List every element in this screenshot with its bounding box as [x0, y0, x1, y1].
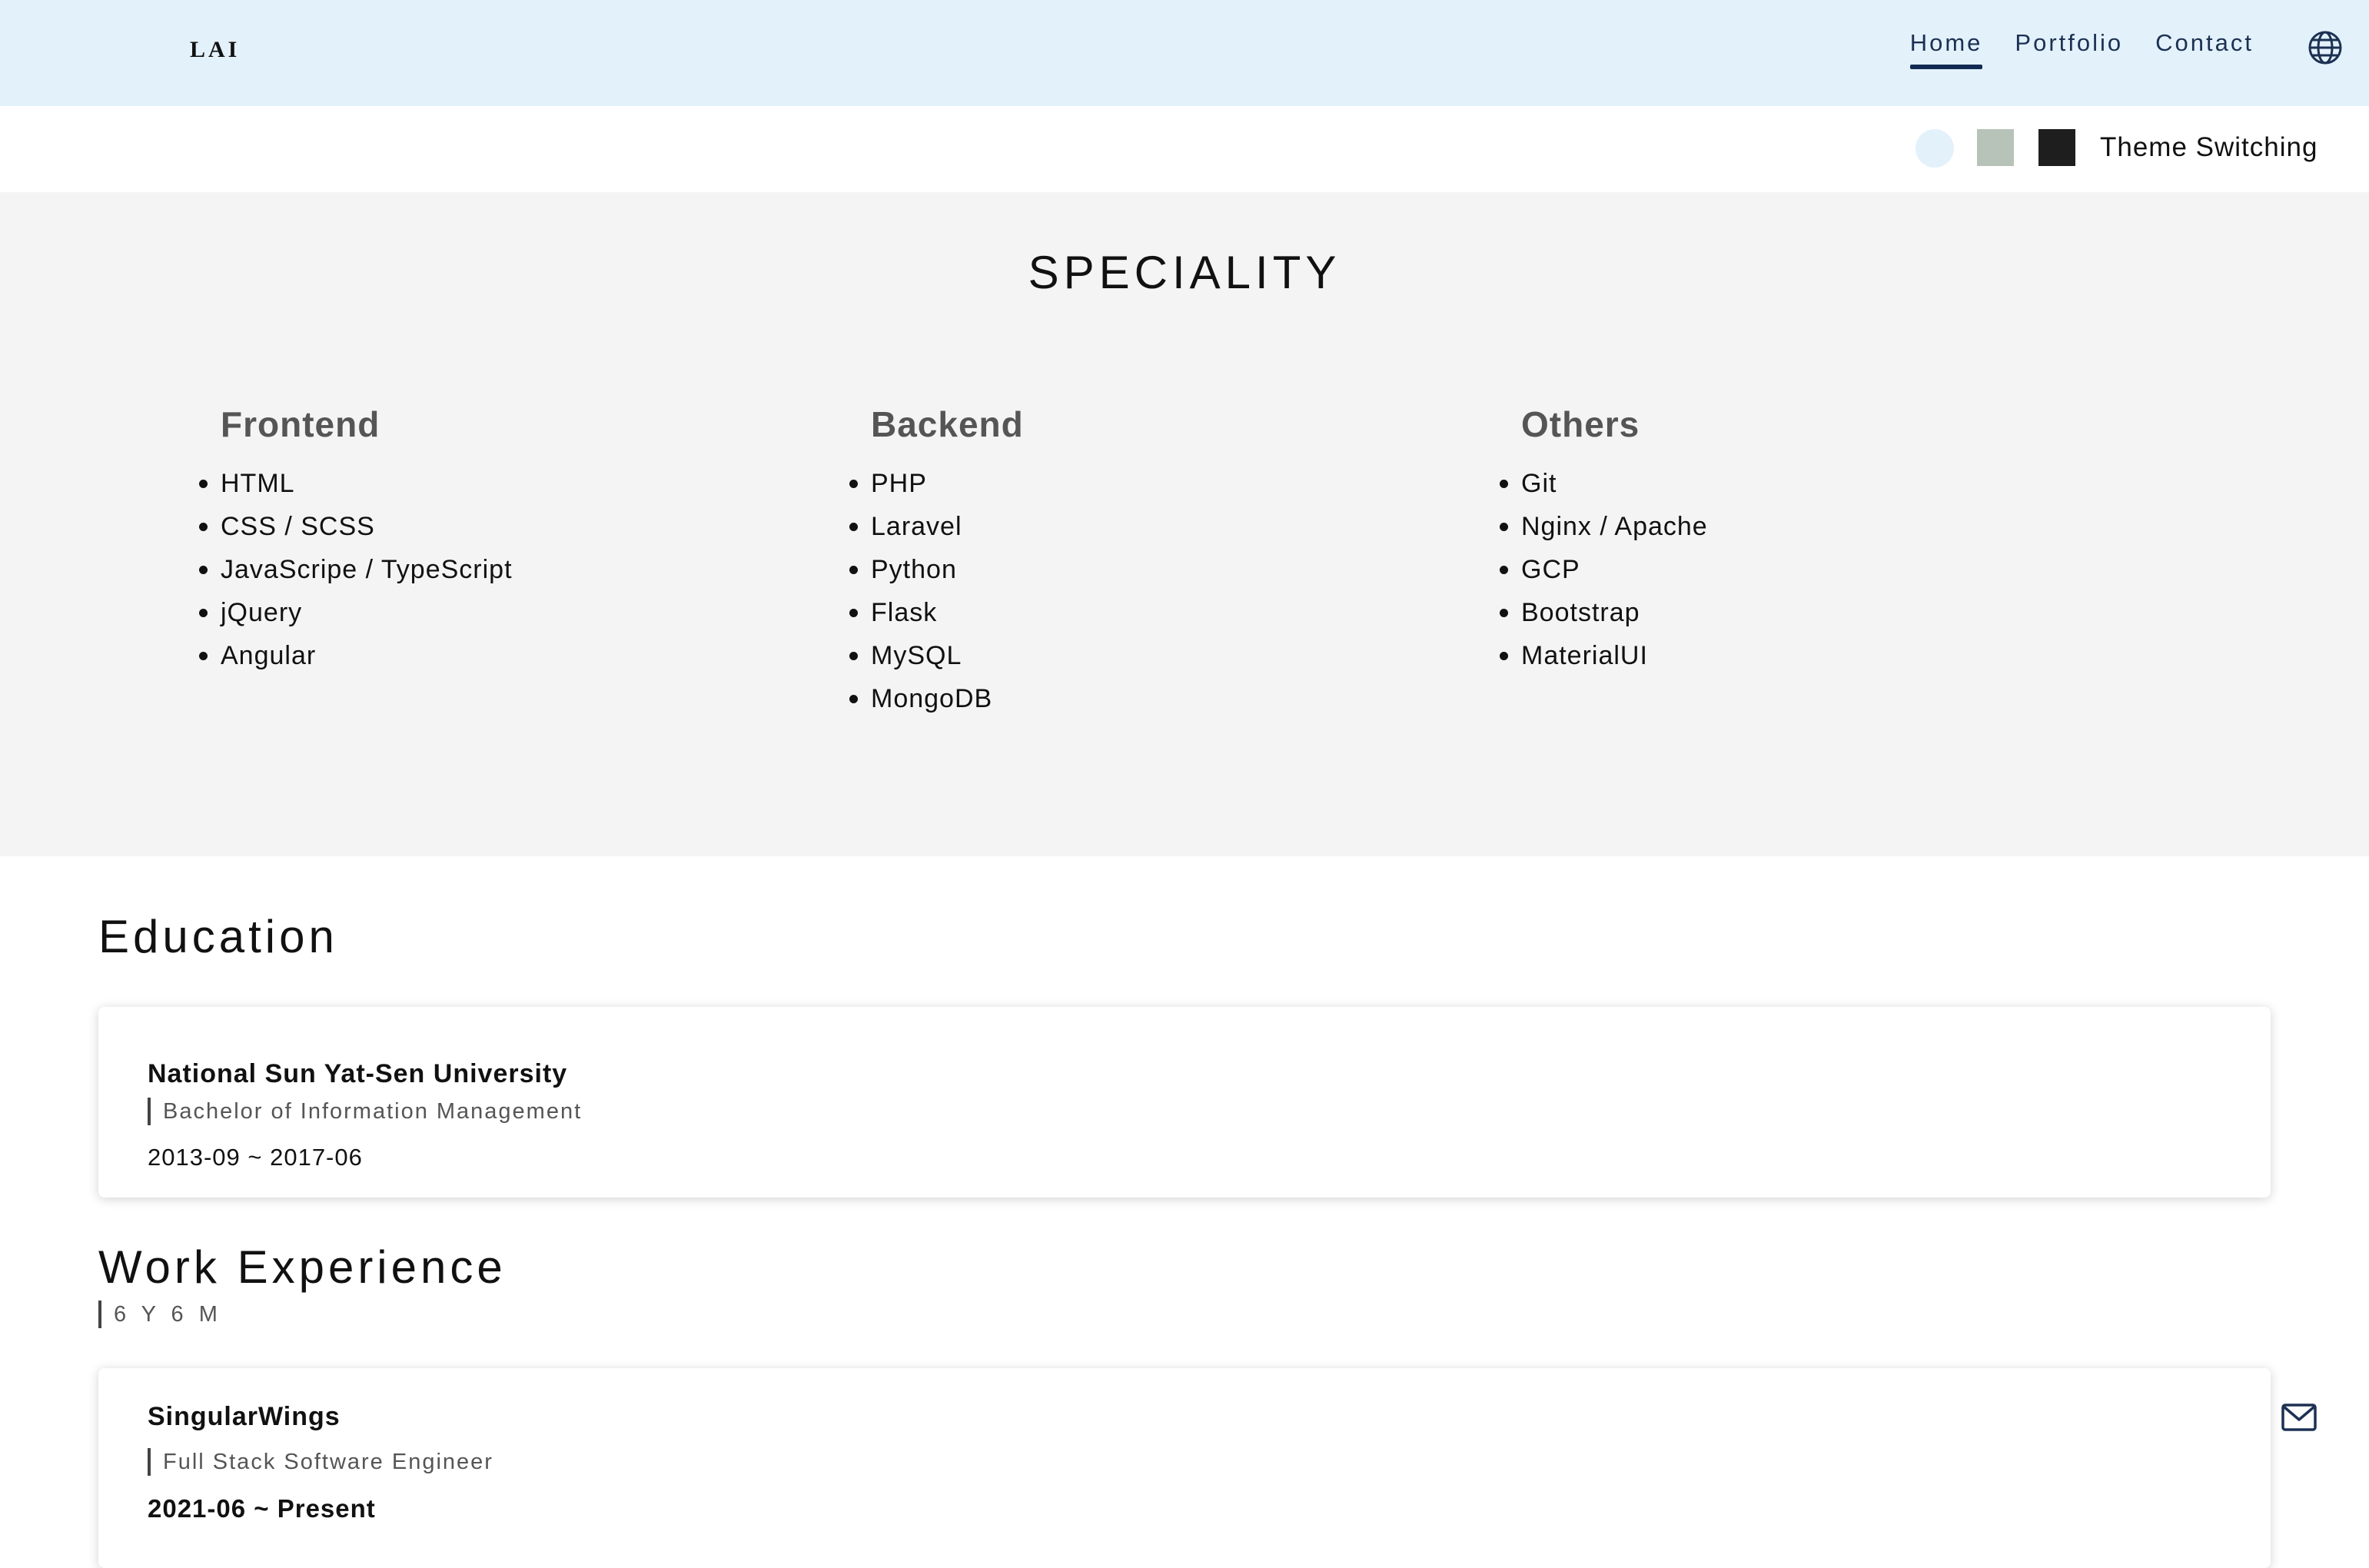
top-navbar: LAI Home Portfolio Contact	[0, 0, 2369, 106]
speciality-column-backend: Backend PHP Laravel Python Flask MySQL M…	[849, 404, 1024, 720]
speciality-column-others: Others Git Nginx / Apache GCP Bootstrap …	[1500, 404, 1708, 677]
skill-item: Angular	[199, 634, 513, 677]
speciality-column-frontend: Frontend HTML CSS / SCSS JavaScripe / Ty…	[199, 404, 513, 677]
theme-bar: Theme Switching	[0, 106, 2369, 192]
work-period: 2021-06 ~ Present	[148, 1494, 376, 1523]
skill-item: HTML	[199, 462, 513, 505]
speciality-title: SPECIALITY	[1028, 247, 1341, 298]
nav-home-link[interactable]: Home	[1909, 29, 1983, 69]
skill-item: Bootstrap	[1500, 591, 1708, 634]
skill-item: jQuery	[199, 591, 513, 634]
theme-switching-label: Theme Switching	[2100, 132, 2318, 162]
company-name: SingularWings	[148, 1402, 341, 1431]
education-title: Education	[98, 911, 338, 962]
skill-list: Git Nginx / Apache GCP Bootstrap Materia…	[1500, 462, 1708, 677]
skill-item: CSS / SCSS	[199, 505, 513, 548]
theme-swatch-light[interactable]	[1915, 129, 1954, 168]
skill-item: Git	[1500, 462, 1708, 505]
column-heading: Backend	[871, 404, 1024, 444]
skill-item: MySQL	[849, 634, 1024, 677]
theme-swatch-sage[interactable]	[1977, 129, 2014, 166]
education-card: National Sun Yat-Sen University Bachelor…	[98, 1007, 2271, 1198]
skill-item: Nginx / Apache	[1500, 505, 1708, 548]
globe-icon[interactable]	[2307, 29, 2344, 66]
site-logo[interactable]: LAI	[190, 37, 240, 63]
mail-icon[interactable]	[2281, 1404, 2317, 1431]
work-card: SingularWings Full Stack Software Engine…	[98, 1368, 2271, 1568]
skill-item: GCP	[1500, 548, 1708, 591]
degree-label: Bachelor of Information Management	[148, 1098, 582, 1125]
skill-item: MaterialUI	[1500, 634, 1708, 677]
theme-swatch-dark[interactable]	[2038, 129, 2075, 166]
skill-item: MongoDB	[849, 677, 1024, 720]
skill-item: JavaScripe / TypeScript	[199, 548, 513, 591]
main-nav: Home Portfolio Contact	[1909, 29, 2254, 69]
school-name: National Sun Yat-Sen University	[148, 1059, 568, 1088]
nav-portfolio-link[interactable]: Portfolio	[2015, 29, 2123, 69]
speciality-section: SPECIALITY Frontend HTML CSS / SCSS Java…	[0, 192, 2369, 856]
skill-item: Flask	[849, 591, 1024, 634]
job-role: Full Stack Software Engineer	[148, 1448, 493, 1476]
skill-item: Python	[849, 548, 1024, 591]
education-period: 2013-09 ~ 2017-06	[148, 1144, 363, 1171]
skill-item: PHP	[849, 462, 1024, 505]
column-heading: Others	[1521, 404, 1640, 444]
skill-list: PHP Laravel Python Flask MySQL MongoDB	[849, 462, 1024, 720]
work-experience-title: Work Experience	[98, 1241, 507, 1293]
skill-list: HTML CSS / SCSS JavaScripe / TypeScript …	[199, 462, 513, 677]
column-heading: Frontend	[221, 404, 380, 444]
skill-item: Laravel	[849, 505, 1024, 548]
nav-contact-link[interactable]: Contact	[2155, 29, 2254, 69]
work-total-duration: 6 Y 6 M	[98, 1301, 222, 1328]
